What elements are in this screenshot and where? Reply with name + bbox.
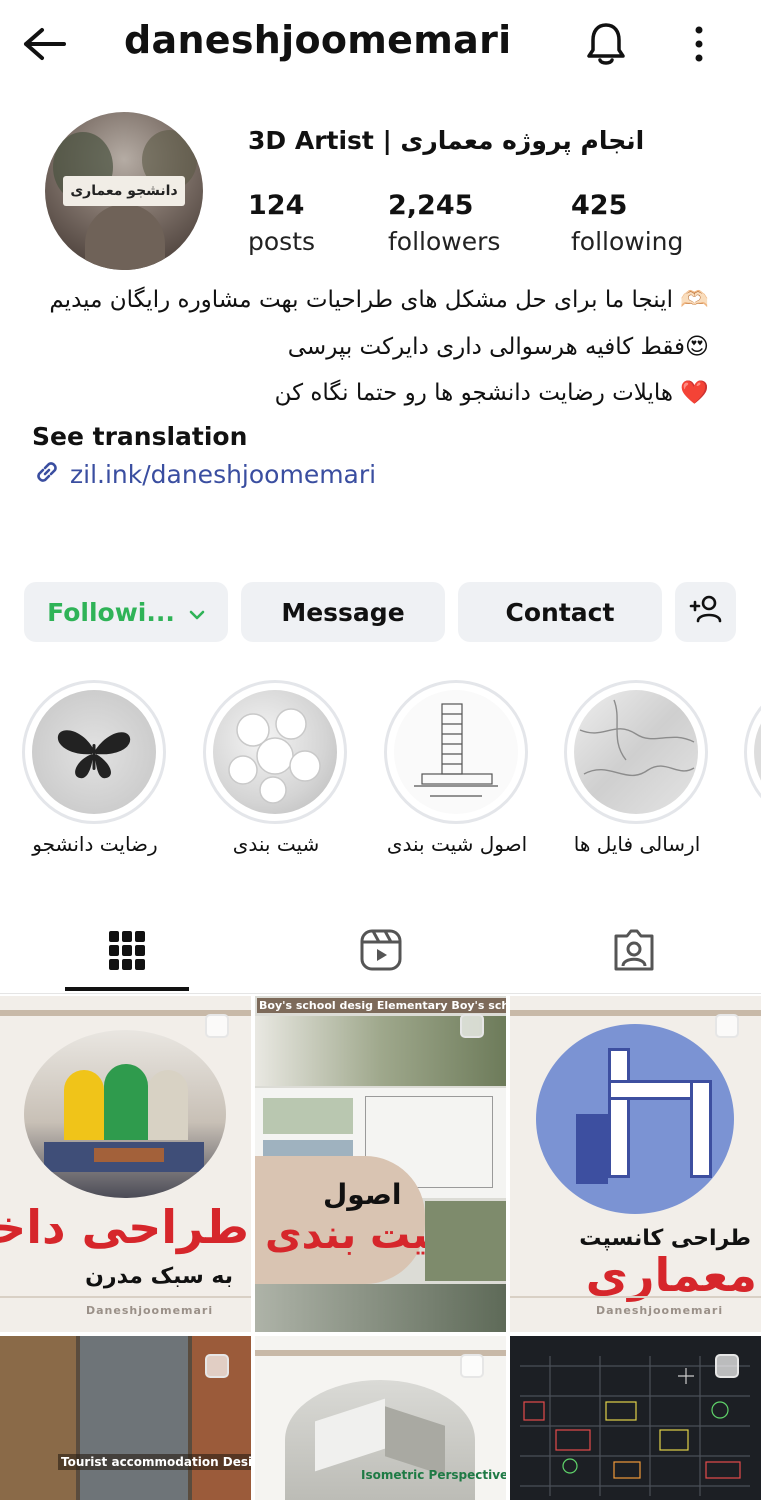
tab-grid[interactable] bbox=[65, 910, 189, 994]
profile-display-name: 3D Artist | انجام پروژه معماری bbox=[248, 126, 645, 155]
following-count: 425 bbox=[571, 190, 628, 221]
bell-icon[interactable] bbox=[580, 18, 632, 70]
post-caption: Tourist accommodation Design bbox=[58, 1454, 251, 1470]
profile-username: daneshjoomemari bbox=[124, 18, 512, 62]
highlight-item[interactable]: ارسالی فایل ها bbox=[564, 680, 710, 856]
select-checkbox[interactable] bbox=[715, 1014, 739, 1038]
highlight-item[interactable] bbox=[744, 680, 761, 824]
highlight-label: اصول شیت بندی bbox=[386, 832, 528, 856]
post-title: معماری bbox=[585, 1248, 757, 1302]
following-label: Followi... bbox=[47, 597, 175, 627]
highlight-item[interactable]: اصول شیت بندی bbox=[384, 680, 530, 856]
highlight-label: رضایت دانشجو bbox=[32, 832, 158, 856]
select-checkbox[interactable] bbox=[460, 1354, 484, 1378]
add-user-button[interactable] bbox=[675, 582, 736, 642]
avatar[interactable]: دانشجو معماری bbox=[45, 112, 203, 270]
profile-tabs bbox=[0, 910, 761, 994]
add-person-icon bbox=[689, 594, 723, 630]
contact-button[interactable]: Contact bbox=[458, 582, 662, 642]
highlight-item[interactable]: رضایت دانشجو bbox=[22, 680, 168, 856]
grid-icon bbox=[108, 928, 146, 976]
marble-icon bbox=[579, 699, 695, 776]
post-top-text: Boy's school desig Elementary Boy's scho… bbox=[257, 998, 506, 1013]
highlight-label: ارسالی فایل ها bbox=[573, 832, 701, 856]
followers-count: 2,245 bbox=[388, 190, 474, 221]
post-title: طراحی داخلی bbox=[0, 1200, 249, 1254]
select-checkbox[interactable] bbox=[715, 1354, 739, 1378]
building-sheet-icon bbox=[414, 703, 498, 797]
active-tab-indicator bbox=[65, 987, 189, 991]
message-button[interactable]: Message bbox=[241, 582, 445, 642]
bio-line-3: ❤️ هایلات رضایت دانشجو ها رو حتما نگاه ک… bbox=[274, 380, 709, 406]
link-text: zil.ink/daneshjoomemari bbox=[70, 459, 377, 489]
following-label: following bbox=[571, 227, 684, 256]
highlight-item[interactable]: شیت بندی bbox=[203, 680, 349, 856]
select-checkbox[interactable] bbox=[205, 1354, 229, 1378]
tab-tagged[interactable] bbox=[572, 910, 696, 994]
posts-label: posts bbox=[248, 227, 316, 256]
stat-followers[interactable]: 2,245 followers bbox=[388, 188, 500, 260]
post-caption: Isometric Perspective bbox=[361, 1468, 506, 1482]
tagged-icon bbox=[612, 928, 656, 976]
profile-link[interactable]: zil.ink/daneshjoomemari bbox=[32, 456, 376, 492]
post-footer: Daneshjoomemari bbox=[596, 1304, 724, 1317]
see-translation-link[interactable]: See translation bbox=[32, 422, 247, 451]
highlight-label: شیت بندی bbox=[232, 832, 320, 856]
top-bar: daneshjoomemari bbox=[0, 0, 761, 90]
avatar-label: دانشجو معماری bbox=[63, 176, 185, 206]
reels-icon bbox=[359, 928, 403, 976]
post-tile[interactable]: طراحی داخلی به سبک مدرن Daneshjoomemari bbox=[0, 996, 251, 1332]
select-checkbox[interactable] bbox=[460, 1014, 484, 1038]
bio-line-2: 😍فقط کافیه هرسوالی داری دایرکت بپرسی bbox=[287, 334, 709, 360]
post-tile[interactable]: Isometric Perspective bbox=[255, 1336, 506, 1500]
post-tile[interactable]: طراحی کانسپت معماری Daneshjoomemari bbox=[510, 996, 761, 1332]
posts-count: 124 bbox=[248, 190, 305, 221]
post-footer: Daneshjoomemari bbox=[86, 1304, 214, 1317]
flowers-icon bbox=[228, 708, 321, 804]
butterfly-icon bbox=[57, 730, 131, 779]
post-tile[interactable] bbox=[510, 1336, 761, 1500]
post-subtitle: به سبک مدرن bbox=[85, 1264, 233, 1289]
following-button[interactable]: Followi... bbox=[24, 582, 228, 642]
back-arrow-icon[interactable] bbox=[20, 22, 72, 66]
post-title-top: اصول bbox=[323, 1178, 402, 1211]
tab-reels[interactable] bbox=[319, 910, 443, 994]
stat-posts[interactable]: 124 posts bbox=[248, 188, 315, 260]
stat-following[interactable]: 425 following bbox=[571, 188, 683, 260]
followers-label: followers bbox=[388, 227, 501, 256]
post-tile[interactable]: Boy's school desig Elementary Boy's scho… bbox=[255, 996, 506, 1332]
link-icon bbox=[32, 457, 62, 491]
post-tile[interactable]: Tourist accommodation Design bbox=[0, 1336, 251, 1500]
more-vertical-icon[interactable] bbox=[683, 22, 715, 66]
bio-line-1: 🫶🏻 اینجا ما برای حل مشکل های طراحیات بهت… bbox=[49, 287, 709, 313]
chevron-down-icon bbox=[189, 598, 205, 627]
select-checkbox[interactable] bbox=[205, 1014, 229, 1038]
